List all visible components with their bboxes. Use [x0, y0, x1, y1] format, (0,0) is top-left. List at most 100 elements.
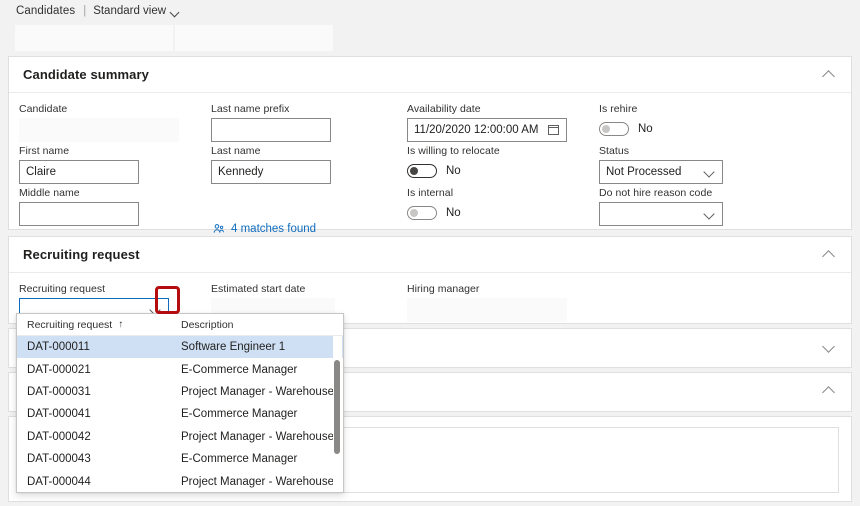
field-label: Availability date	[407, 103, 567, 115]
toggle-switch[interactable]	[407, 164, 437, 178]
status-select[interactable]: Not Processed	[599, 160, 723, 184]
field-do-not-hire-reason-code: Do not hire reason code	[599, 187, 723, 226]
column-header-label: Recruiting request	[27, 319, 112, 331]
field-is-internal: Is internal No	[407, 187, 461, 224]
chevron-down-icon[interactable]	[823, 341, 835, 353]
field-availability-date: Availability date 11/20/2020 12:00:00 AM	[407, 103, 567, 142]
breadcrumb-separator: |	[83, 5, 86, 17]
toggle-value: No	[446, 207, 461, 219]
chevron-down-icon	[171, 8, 180, 17]
field-label: Last name	[211, 145, 331, 157]
toolbar-placeholder-left	[14, 24, 174, 52]
toggle-switch[interactable]	[407, 206, 437, 220]
field-label: Is willing to relocate	[407, 145, 500, 157]
field-value: 11/20/2020 12:00:00 AM	[414, 124, 548, 136]
lookup-scrollbar-thumb[interactable]	[334, 360, 340, 454]
chevron-up-icon[interactable]	[823, 249, 835, 261]
lookup-cell-id: DAT-000044	[27, 476, 91, 488]
field-middle-name: Middle name	[19, 187, 139, 226]
last-name-input[interactable]: Kennedy	[211, 160, 331, 184]
lookup-cell-id: DAT-000043	[27, 453, 91, 465]
list-item[interactable]: DAT-000011 Software Engineer 1	[17, 336, 343, 358]
lookup-cell-id: DAT-000021	[27, 364, 91, 376]
lookup-column-headers: Recruiting request ↑ Description	[17, 314, 343, 336]
field-label: Estimated start date	[211, 283, 335, 295]
field-value: Kennedy	[218, 166, 324, 178]
matches-found-label: 4 matches found	[231, 223, 316, 235]
field-label: Status	[599, 145, 723, 157]
breadcrumb[interactable]: Candidates	[16, 5, 75, 17]
candidate-input[interactable]	[19, 118, 179, 142]
hiring-manager-input[interactable]	[407, 298, 567, 322]
chevron-down-icon[interactable]	[704, 208, 716, 220]
chevron-up-icon[interactable]	[823, 69, 835, 81]
section-header-recruiting-request[interactable]: Recruiting request	[9, 237, 851, 273]
section-header-candidate-summary[interactable]: Candidate summary	[9, 57, 851, 93]
list-item[interactable]: DAT-000041 E-Commerce Manager	[17, 403, 343, 425]
field-value: Claire	[26, 166, 132, 178]
toggle-value: No	[638, 123, 653, 135]
is-willing-to-relocate-toggle[interactable]: No	[407, 160, 500, 182]
chevron-up-icon[interactable]	[823, 385, 835, 397]
field-is-willing-to-relocate: Is willing to relocate No	[407, 145, 500, 182]
last-name-prefix-input[interactable]	[211, 118, 331, 142]
view-selector-label: Standard view	[93, 5, 166, 17]
list-item[interactable]: DAT-000021 E-Commerce Manager	[17, 358, 343, 380]
field-last-name-prefix: Last name prefix	[211, 103, 331, 142]
field-label: Candidate	[19, 103, 179, 115]
lookup-cell-description: Project Manager - Warehouse	[181, 386, 334, 398]
field-label: Last name prefix	[211, 103, 331, 115]
toolbar-placeholder-row	[0, 24, 860, 52]
toggle-switch[interactable]	[599, 122, 629, 136]
section-title: Recruiting request	[23, 247, 140, 262]
field-label: Middle name	[19, 187, 139, 199]
section-candidate-summary: Candidate summary Candidate First name C…	[8, 56, 852, 230]
field-label: Do not hire reason code	[599, 187, 723, 199]
lookup-cell-id: DAT-000011	[27, 341, 90, 353]
do-not-hire-reason-code-select[interactable]	[599, 202, 723, 226]
lookup-cell-description: E-Commerce Manager	[181, 408, 297, 420]
application-window: Candidates | Standard view Candidate sum…	[0, 0, 860, 506]
field-label: Is rehire	[599, 103, 653, 115]
field-label: Hiring manager	[407, 283, 567, 295]
field-label: First name	[19, 145, 139, 157]
lookup-scrollbar-track[interactable]	[333, 336, 342, 491]
field-status: Status Not Processed	[599, 145, 723, 184]
is-rehire-toggle[interactable]: No	[599, 118, 653, 140]
chevron-down-icon[interactable]	[704, 166, 716, 178]
lookup-cell-description: E-Commerce Manager	[181, 364, 297, 376]
middle-name-input[interactable]	[19, 202, 139, 226]
calendar-icon[interactable]	[548, 124, 560, 136]
lookup-cell-description: Software Engineer 1	[181, 341, 285, 353]
toggle-value: No	[446, 165, 461, 177]
lookup-column-header-description[interactable]: Description	[177, 319, 343, 331]
sort-ascending-icon: ↑	[118, 320, 123, 330]
lookup-cell-description: E-Commerce Manager	[181, 453, 297, 465]
list-item[interactable]: DAT-000042 Project Manager - Warehouse	[17, 426, 343, 448]
field-value: Not Processed	[606, 166, 704, 178]
list-item[interactable]: DAT-000044 Project Manager - Warehouse	[17, 470, 343, 492]
section-title: Candidate summary	[23, 67, 149, 82]
section-recruiting-request: Recruiting request Recruiting request Es…	[8, 236, 852, 324]
people-icon	[213, 223, 225, 235]
field-label: Recruiting request	[19, 283, 169, 295]
field-last-name: Last name Kennedy	[211, 145, 331, 184]
lookup-cell-id: DAT-000031	[27, 386, 91, 398]
field-candidate: Candidate	[19, 103, 179, 142]
field-label: Is internal	[407, 187, 461, 199]
view-selector[interactable]: Standard view	[93, 5, 180, 17]
availability-date-input[interactable]: 11/20/2020 12:00:00 AM	[407, 118, 567, 142]
recruiting-request-lookup-panel: Recruiting request ↑ Description DAT-000…	[16, 313, 344, 493]
lookup-cell-id: DAT-000041	[27, 408, 91, 420]
column-header-label: Description	[181, 319, 234, 331]
list-item[interactable]: DAT-000031 Project Manager - Warehouse	[17, 381, 343, 403]
lookup-cell-description: Project Manager - Warehouse	[181, 431, 334, 443]
lookup-column-header-id[interactable]: Recruiting request ↑	[17, 319, 177, 331]
list-item[interactable]: DAT-000043 E-Commerce Manager	[17, 448, 343, 470]
matches-found-link[interactable]: 4 matches found	[213, 223, 316, 235]
is-internal-toggle[interactable]: No	[407, 202, 461, 224]
top-command-bar: Candidates | Standard view	[0, 0, 860, 22]
first-name-input[interactable]: Claire	[19, 160, 139, 184]
lookup-cell-id: DAT-000042	[27, 431, 91, 443]
toolbar-placeholder-right	[174, 24, 334, 52]
